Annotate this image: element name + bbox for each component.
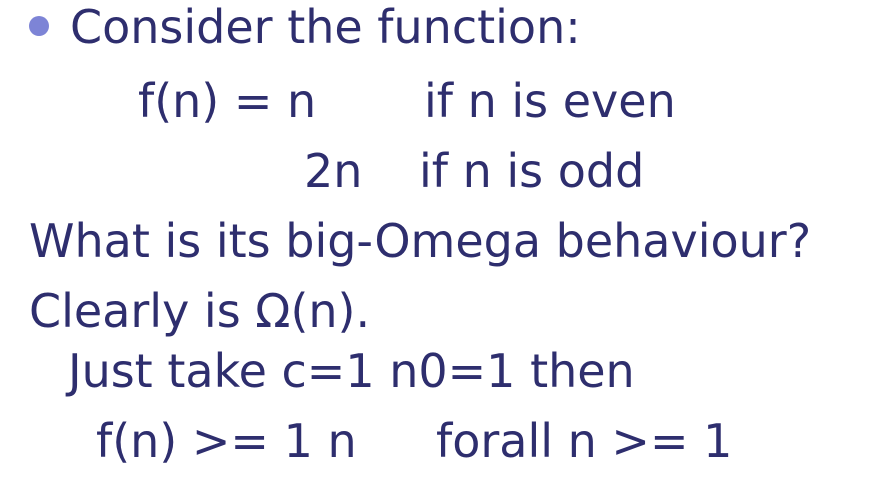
- answer-text: Clearly is Ω(n).: [29, 284, 371, 338]
- bullet-text: Consider the function:: [70, 0, 581, 54]
- justification-line-1: Just take c=1 n0=1 then: [68, 344, 635, 398]
- case2-condition: if n is odd: [419, 144, 645, 198]
- case1-condition: if n is even: [424, 74, 676, 128]
- case2-expression: 2n: [304, 144, 363, 198]
- justification-lhs: f(n) >= 1 n: [96, 414, 357, 468]
- question-text: What is its big-Omega behaviour?: [29, 214, 812, 268]
- justification-rhs: forall n >= 1: [436, 414, 733, 468]
- bullet-dot-icon: [29, 16, 49, 36]
- case1-expression: f(n) = n: [138, 74, 317, 128]
